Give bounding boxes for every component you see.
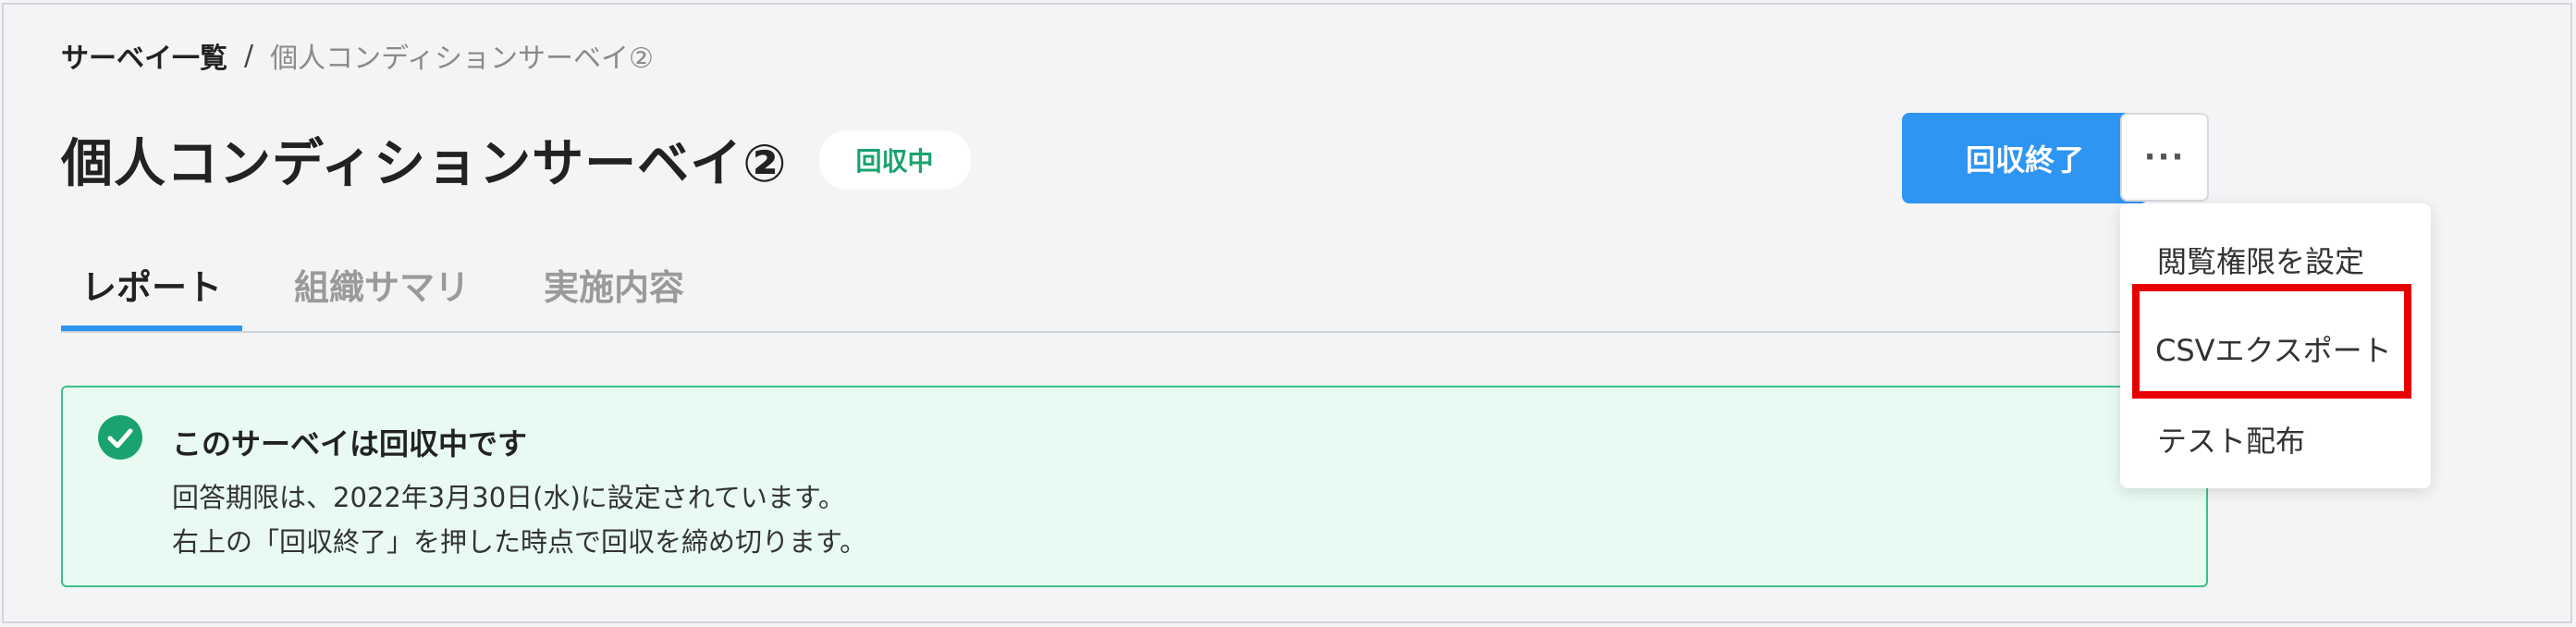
- more-dots-icon: ···: [2143, 139, 2186, 176]
- menu-item-test-distribution[interactable]: テスト配布: [2157, 418, 2305, 461]
- breadcrumb-current: 個人コンディションサーベイ②: [270, 43, 654, 75]
- status-badge: 回収中: [818, 129, 971, 190]
- close-collection-button[interactable]: 回収終了: [1902, 113, 2148, 203]
- more-options-button[interactable]: ···: [2120, 113, 2209, 202]
- menu-item-csv-export[interactable]: CSVエクスポート: [2155, 327, 2392, 370]
- breadcrumb-survey-list-link[interactable]: サーベイ一覧: [61, 35, 227, 76]
- tab-report[interactable]: レポート: [61, 259, 243, 331]
- tab-org-summary[interactable]: 組織サマリ: [272, 259, 492, 331]
- check-circle-icon: [98, 415, 142, 460]
- title-row: 個人コンディションサーベイ② 回収中: [61, 122, 971, 197]
- status-notice: このサーベイは回収中です 回答期限は、2022年3月30日(水)に設定されていま…: [61, 386, 2208, 587]
- tab-contents[interactable]: 実施内容: [521, 259, 706, 331]
- breadcrumb: サーベイ一覧 / 個人コンディションサーベイ②: [61, 35, 654, 76]
- notice-instruction-text: 右上の「回収終了」を押した時点で回収を締め切ります。: [172, 526, 867, 558]
- menu-item-view-permissions[interactable]: 閲覧権限を設定: [2157, 239, 2364, 281]
- breadcrumb-separator: /: [244, 39, 254, 72]
- page-title: 個人コンディションサーベイ②: [61, 134, 788, 194]
- tab-bar: レポート 組織サマリ 実施内容: [61, 259, 2208, 333]
- notice-deadline-text: 回答期限は、2022年3月30日(水)に設定されています。: [172, 482, 846, 513]
- more-options-menu: 閲覧権限を設定 CSVエクスポート テスト配布: [2120, 203, 2431, 488]
- notice-title: このサーベイは回収中です: [172, 426, 528, 461]
